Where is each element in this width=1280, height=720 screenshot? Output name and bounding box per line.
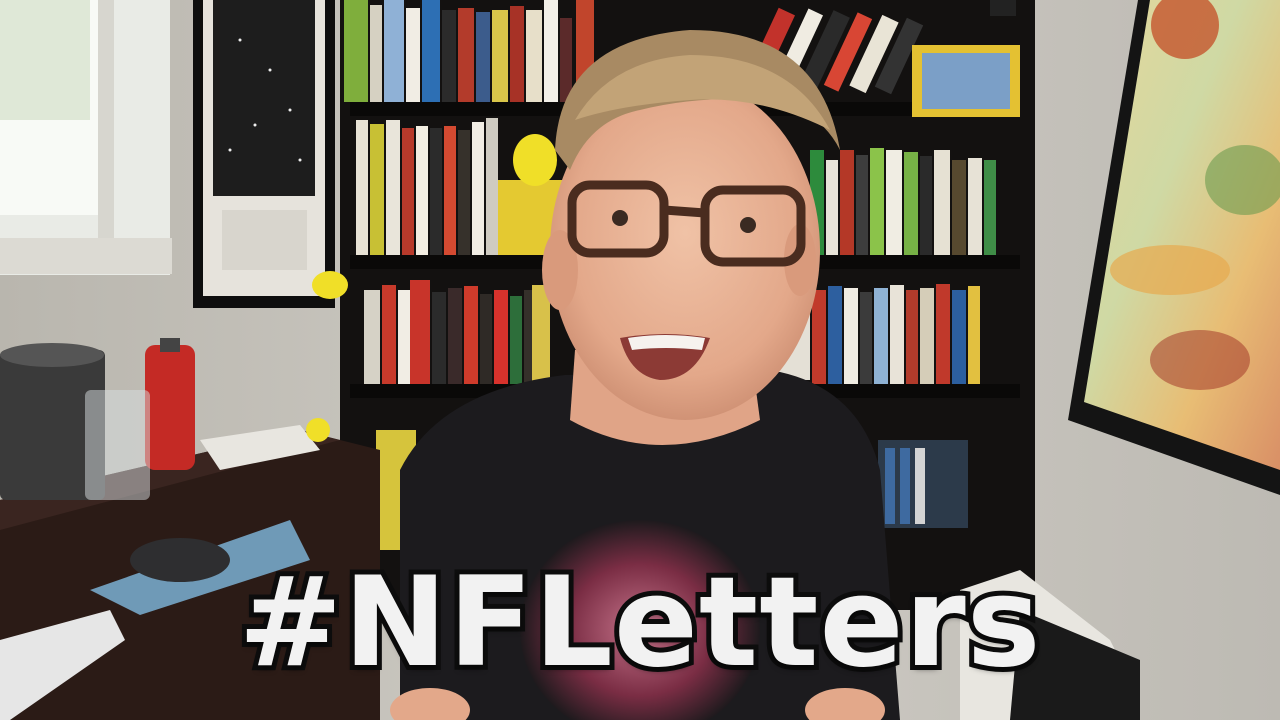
water-bottle	[145, 345, 195, 470]
hashtag-caption: #NFLetters	[233, 546, 1045, 700]
window	[0, 0, 172, 275]
video-frame: #NFLetters	[0, 0, 1280, 720]
star-chart-poster	[193, 0, 335, 308]
